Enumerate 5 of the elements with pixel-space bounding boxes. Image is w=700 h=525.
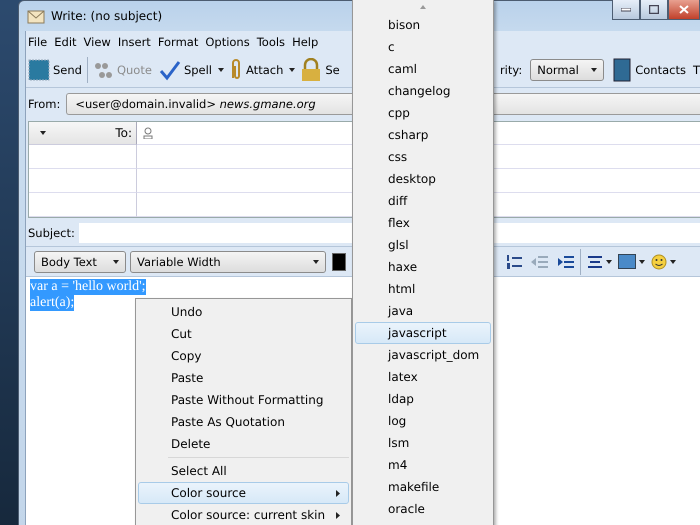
subject-label: Subject: xyxy=(28,226,75,240)
window-title: Write: (no subject) xyxy=(51,9,162,23)
toolbar-label: T xyxy=(692,63,700,77)
from-label: From: xyxy=(28,96,60,110)
priority-label: rity: xyxy=(500,63,522,77)
